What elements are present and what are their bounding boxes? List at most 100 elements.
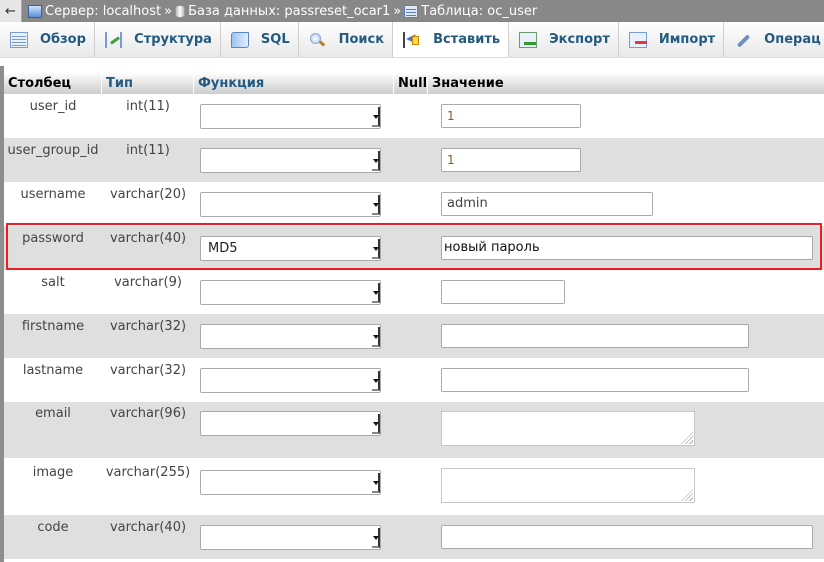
column-name: image xyxy=(32,465,74,480)
column-name: email xyxy=(35,406,71,421)
breadcrumb-database[interactable]: База данных: passreset_ocar1 » xyxy=(175,4,404,19)
breadcrumb-bar: ← Сервер: localhost » База данных: passr… xyxy=(0,0,824,22)
table-row-password: password varchar(40) MD5 новый пароль xyxy=(4,226,824,270)
tab-label: Поиск xyxy=(338,32,385,47)
server-icon xyxy=(28,4,42,18)
tab-structure[interactable]: Структура xyxy=(94,22,221,57)
function-select[interactable] xyxy=(200,104,381,129)
null-cell xyxy=(394,182,428,226)
tab-label: Импорт xyxy=(658,32,716,47)
function-select[interactable] xyxy=(200,148,381,173)
column-name: user_group_id xyxy=(7,143,99,158)
chevron-down-icon xyxy=(372,473,380,493)
chevron-down-icon xyxy=(372,195,380,215)
null-cell xyxy=(394,270,428,314)
value-input[interactable]: admin xyxy=(441,192,653,216)
column-type: varchar(96) xyxy=(109,406,187,421)
function-select[interactable] xyxy=(200,470,381,495)
breadcrumb-table[interactable]: Таблица: oc_user xyxy=(404,4,537,19)
column-name: lastname xyxy=(22,363,84,378)
tab-operations[interactable]: Операц xyxy=(724,22,824,57)
resize-handle-icon[interactable] xyxy=(681,432,693,444)
tab-sql[interactable]: SQL xyxy=(220,22,299,57)
function-select[interactable] xyxy=(200,368,381,393)
back-button[interactable]: ← xyxy=(0,0,22,22)
tab-label: Структура xyxy=(134,32,212,47)
database-icon xyxy=(175,4,186,18)
chevron-down-icon xyxy=(372,283,380,303)
function-select[interactable] xyxy=(200,525,381,550)
chevron-down-icon xyxy=(372,371,380,391)
tab-import[interactable]: Импорт xyxy=(618,22,725,57)
import-icon xyxy=(628,31,647,48)
tab-search[interactable]: Поиск xyxy=(298,22,394,57)
table-row: username varchar(20) admin xyxy=(4,182,824,226)
header-column: Столбец xyxy=(4,72,102,94)
header-type[interactable]: Тип xyxy=(102,72,194,94)
breadcrumb-database-label[interactable]: База данных: passreset_ocar1 xyxy=(188,4,390,19)
chevron-down-icon xyxy=(372,107,380,127)
tab-export[interactable]: Экспорт xyxy=(509,22,619,57)
value-textarea[interactable] xyxy=(441,411,695,446)
chevron-down-icon xyxy=(372,327,380,347)
table-header: Столбец Тип Функция Null Значение xyxy=(4,72,824,94)
header-function[interactable]: Функция xyxy=(194,72,394,94)
function-select[interactable]: MD5 xyxy=(200,236,381,261)
wrench-icon xyxy=(734,32,752,48)
column-name: user_id xyxy=(29,99,77,114)
resize-handle-icon[interactable] xyxy=(681,489,693,501)
value-input[interactable] xyxy=(441,324,749,348)
header-value: Значение xyxy=(432,75,504,91)
table-row: salt varchar(9) xyxy=(4,270,824,314)
column-name: code xyxy=(37,520,69,535)
breadcrumb-separator: » xyxy=(164,3,173,19)
table-icon xyxy=(404,4,419,18)
tab-label: SQL xyxy=(260,32,290,47)
value-input[interactable] xyxy=(441,525,813,549)
null-cell xyxy=(394,458,428,515)
breadcrumb-server-label[interactable]: Сервер: localhost xyxy=(45,4,161,19)
insert-form-table: Столбец Тип Функция Null Значение user_i… xyxy=(4,72,824,559)
function-select[interactable] xyxy=(200,280,381,305)
function-select[interactable] xyxy=(200,192,381,217)
tab-label: Экспорт xyxy=(549,32,610,47)
column-type: int(11) xyxy=(126,99,170,114)
null-cell xyxy=(394,314,428,358)
header-null: Null xyxy=(394,72,428,94)
function-select-value: MD5 xyxy=(208,241,238,256)
value-input[interactable] xyxy=(441,280,565,304)
null-cell xyxy=(394,226,428,270)
chevron-down-icon xyxy=(372,239,380,259)
value-input[interactable]: 1 xyxy=(441,148,581,172)
column-name: salt xyxy=(41,275,65,290)
column-type: varchar(9) xyxy=(114,275,182,290)
function-select[interactable] xyxy=(200,324,381,349)
function-select[interactable] xyxy=(200,411,381,436)
chevron-down-icon xyxy=(372,151,380,171)
password-value-input[interactable]: новый пароль xyxy=(441,236,813,260)
column-type: varchar(20) xyxy=(109,187,187,202)
export-icon xyxy=(519,31,538,48)
structure-icon xyxy=(104,31,123,48)
null-cell xyxy=(394,94,428,138)
tab-label: Вставить xyxy=(433,32,501,47)
column-name: password xyxy=(22,231,84,246)
breadcrumb-table-label[interactable]: Таблица: oc_user xyxy=(421,4,537,19)
null-cell xyxy=(394,515,428,559)
value-input[interactable]: 1 xyxy=(441,104,581,128)
value-input[interactable] xyxy=(441,368,749,392)
table-row: code varchar(40) xyxy=(4,515,824,559)
breadcrumb-server[interactable]: Сервер: localhost » xyxy=(28,4,175,19)
chevron-down-icon xyxy=(372,414,380,434)
table-row: email varchar(96) xyxy=(4,402,824,458)
null-cell xyxy=(394,358,428,402)
tab-label: Обзор xyxy=(40,32,86,47)
tab-browse[interactable]: Обзор xyxy=(0,22,95,57)
tab-insert[interactable]: Вставить xyxy=(393,22,510,57)
chevron-down-icon xyxy=(372,528,380,548)
table-row: image varchar(255) xyxy=(4,458,824,515)
column-name: username xyxy=(20,187,86,202)
table-row: user_group_id int(11) 1 xyxy=(4,138,824,182)
sql-icon xyxy=(230,31,249,48)
value-textarea[interactable] xyxy=(441,468,695,503)
